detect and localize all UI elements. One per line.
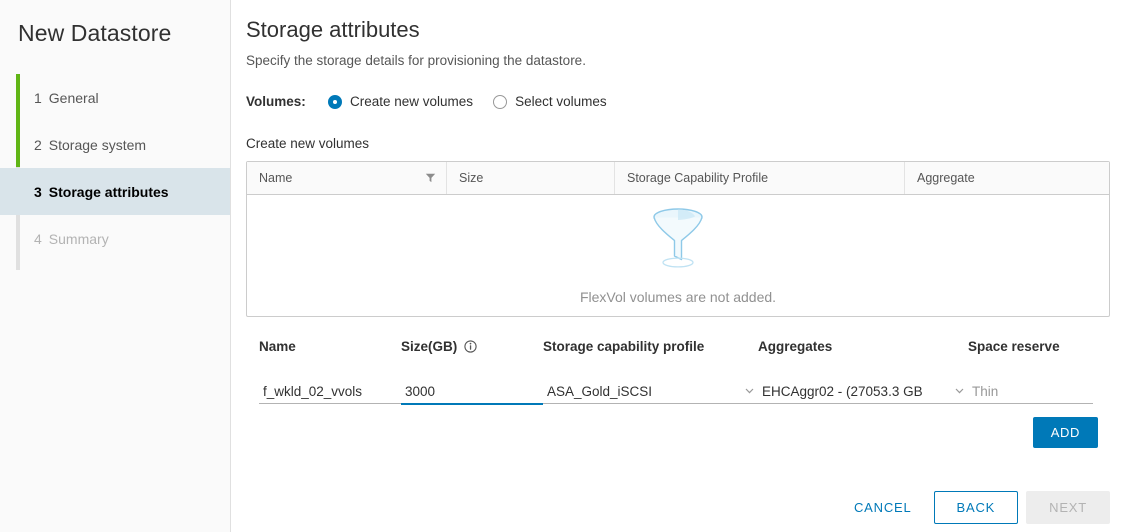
step-number: 2: [34, 137, 42, 153]
field-label-storage-capability-profile: Storage capability profile: [543, 337, 758, 355]
field-label-aggregates: Aggregates: [758, 337, 968, 355]
page-subtitle: Specify the storage details for provisio…: [246, 53, 1110, 68]
wizard-content: Storage attributes Specify the storage d…: [231, 0, 1122, 532]
column-header-size[interactable]: Size: [447, 162, 615, 194]
funnel-empty-icon: [649, 206, 707, 273]
table-header-row: Name Size Storage Capability Profile Agg…: [247, 162, 1109, 195]
new-datastore-wizard: New Datastore 1 General 2 Storage system…: [0, 0, 1122, 532]
field-label-space-reserve: Space reserve: [968, 337, 1093, 355]
add-button[interactable]: ADD: [1033, 417, 1098, 448]
add-button-row: ADD: [246, 417, 1110, 448]
column-header-name[interactable]: Name: [247, 162, 447, 194]
step-label: Storage system: [49, 137, 146, 153]
field-space-reserve: Space reserve: [968, 337, 1093, 405]
size-input-wrap: [401, 382, 543, 405]
radio-select-volumes[interactable]: Select volumes: [493, 94, 607, 109]
step-number: 1: [34, 90, 42, 106]
size-input[interactable]: [401, 382, 543, 405]
volumes-label: Volumes:: [246, 94, 328, 109]
field-label-size-text: Size(GB): [401, 339, 457, 354]
field-aggregates: Aggregates EHCAggr02 - (27053.3 GB: [758, 337, 968, 405]
aggregates-select-wrap[interactable]: EHCAggr02 - (27053.3 GB: [758, 382, 968, 404]
radio-label: Create new volumes: [350, 94, 473, 109]
sidebar-step-summary: 4 Summary: [0, 215, 230, 262]
filter-icon[interactable]: [425, 173, 436, 184]
radio-create-new-volumes[interactable]: Create new volumes: [328, 94, 473, 109]
scp-select-wrap[interactable]: ASA_Gold_iSCSI: [543, 382, 758, 404]
wizard-sidebar: New Datastore 1 General 2 Storage system…: [0, 0, 231, 532]
storage-capability-profile-select[interactable]: ASA_Gold_iSCSI: [543, 382, 758, 404]
radio-button-icon[interactable]: [493, 95, 507, 109]
volumes-table: Name Size Storage Capability Profile Agg…: [246, 161, 1110, 317]
column-header-aggregate[interactable]: Aggregate: [905, 162, 1109, 194]
wizard-footer: CANCEL BACK NEXT: [838, 491, 1110, 524]
name-input[interactable]: [259, 382, 401, 404]
next-button: NEXT: [1026, 491, 1110, 524]
wizard-steps: 1 General 2 Storage system 3 Storage att…: [0, 74, 230, 262]
volumes-choice-row: Volumes: Create new volumes Select volum…: [246, 94, 1110, 109]
radio-label: Select volumes: [515, 94, 607, 109]
column-header-storage-capability-profile[interactable]: Storage Capability Profile: [615, 162, 905, 194]
field-size: Size(GB): [401, 337, 543, 405]
cancel-button[interactable]: CANCEL: [838, 492, 928, 523]
step-number: 3: [34, 184, 42, 200]
column-header-label: Size: [459, 171, 483, 185]
table-empty-state: FlexVol volumes are not added.: [247, 195, 1109, 316]
column-header-label: Name: [259, 171, 292, 185]
field-label-name: Name: [259, 337, 401, 355]
field-label-size: Size(GB): [401, 337, 543, 355]
sidebar-step-general[interactable]: 1 General: [0, 74, 230, 121]
radio-button-icon[interactable]: [328, 95, 342, 109]
create-new-volumes-section-label: Create new volumes: [246, 136, 1110, 151]
aggregates-select[interactable]: EHCAggr02 - (27053.3 GB: [758, 382, 968, 404]
wizard-title: New Datastore: [0, 0, 230, 47]
info-circle-icon[interactable]: [464, 340, 477, 353]
column-header-label: Storage Capability Profile: [627, 171, 768, 185]
column-header-label: Aggregate: [917, 171, 975, 185]
sidebar-step-storage-attributes[interactable]: 3 Storage attributes: [0, 168, 230, 215]
new-volume-form: Name Size(GB): [246, 337, 1110, 405]
field-name: Name: [259, 337, 401, 405]
step-label: General: [49, 90, 99, 106]
step-label: Summary: [49, 231, 109, 247]
space-reserve-input[interactable]: [968, 382, 1093, 404]
space-reserve-wrap[interactable]: [968, 382, 1093, 404]
field-storage-capability-profile: Storage capability profile ASA_Gold_iSCS…: [543, 337, 758, 405]
page-title: Storage attributes: [246, 14, 1110, 46]
empty-state-message: FlexVol volumes are not added.: [580, 289, 776, 305]
back-button[interactable]: BACK: [934, 491, 1019, 524]
step-label: Storage attributes: [49, 184, 169, 200]
step-number: 4: [34, 231, 42, 247]
sidebar-step-storage-system[interactable]: 2 Storage system: [0, 121, 230, 168]
name-input-wrap: [259, 382, 401, 404]
